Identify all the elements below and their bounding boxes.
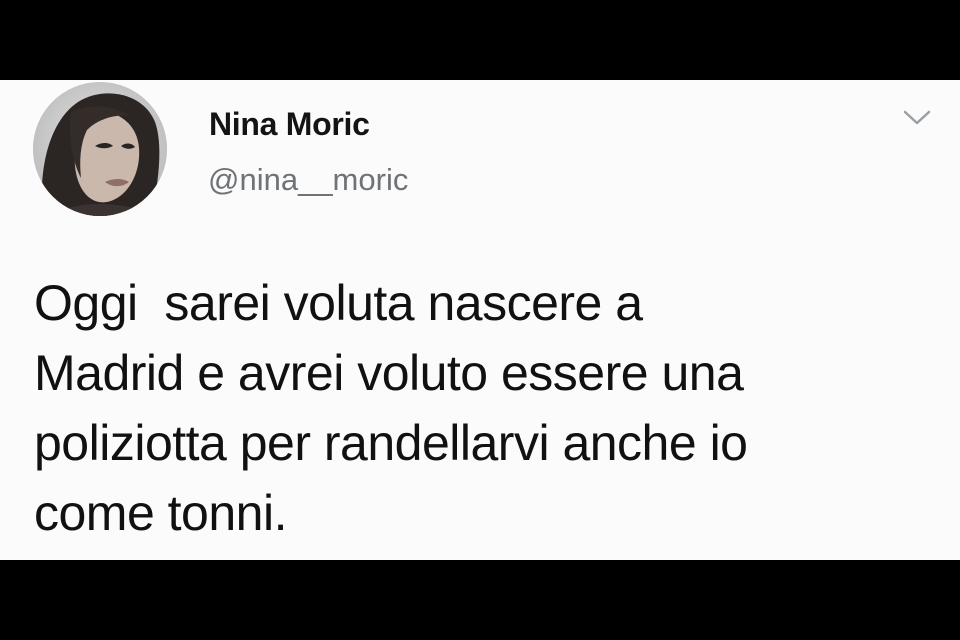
tweet-text-line: poliziotta per randellarvi anche io xyxy=(34,415,748,471)
tweet-text-line: Madrid e avrei voluto essere una xyxy=(34,345,744,401)
chevron-down-icon[interactable] xyxy=(901,104,933,130)
tweet-text-line: Oggi sarei voluta nascere a xyxy=(34,275,643,331)
tweet-text: Oggi sarei voluta nascere a Madrid e avr… xyxy=(34,268,934,548)
display-name[interactable]: Nina Moric xyxy=(209,106,370,143)
tweet-card: Nina Moric @nina__moric Oggi sarei volut… xyxy=(0,80,960,560)
avatar[interactable] xyxy=(33,82,167,216)
tweet-text-line: come tonni. xyxy=(34,485,287,541)
user-handle[interactable]: @nina__moric xyxy=(208,162,408,198)
screenshot-frame: Nina Moric @nina__moric Oggi sarei volut… xyxy=(0,0,960,640)
profile-photo xyxy=(33,82,167,216)
